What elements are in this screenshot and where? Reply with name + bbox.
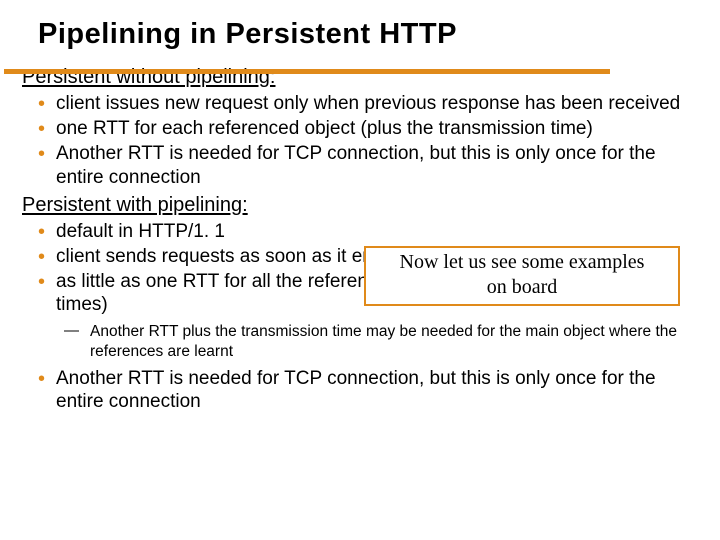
title-rule: [4, 69, 610, 74]
list-item: Another RTT is needed for TCP connection…: [56, 367, 698, 413]
callout-line: Now let us see some examples: [372, 250, 672, 275]
list-item: client issues new request only when prev…: [56, 92, 698, 115]
section-heading-with: Persistent with pipelining:: [22, 193, 698, 218]
sub-list: Another RTT plus the transmission time m…: [22, 322, 698, 361]
callout-line: on board: [372, 275, 672, 300]
slide: Pipelining in Persistent HTTP Persistent…: [0, 0, 720, 540]
callout-box: Now let us see some examples on board: [364, 246, 680, 306]
bullet-list-with-cont: Another RTT is needed for TCP connection…: [22, 367, 698, 413]
slide-title: Pipelining in Persistent HTTP: [38, 18, 698, 51]
list-item: one RTT for each referenced object (plus…: [56, 117, 698, 140]
sub-list-item: Another RTT plus the transmission time m…: [90, 322, 698, 361]
list-item: Another RTT is needed for TCP connection…: [56, 142, 698, 188]
bullet-list-without: client issues new request only when prev…: [22, 92, 698, 189]
list-item: default in HTTP/1. 1: [56, 220, 698, 243]
